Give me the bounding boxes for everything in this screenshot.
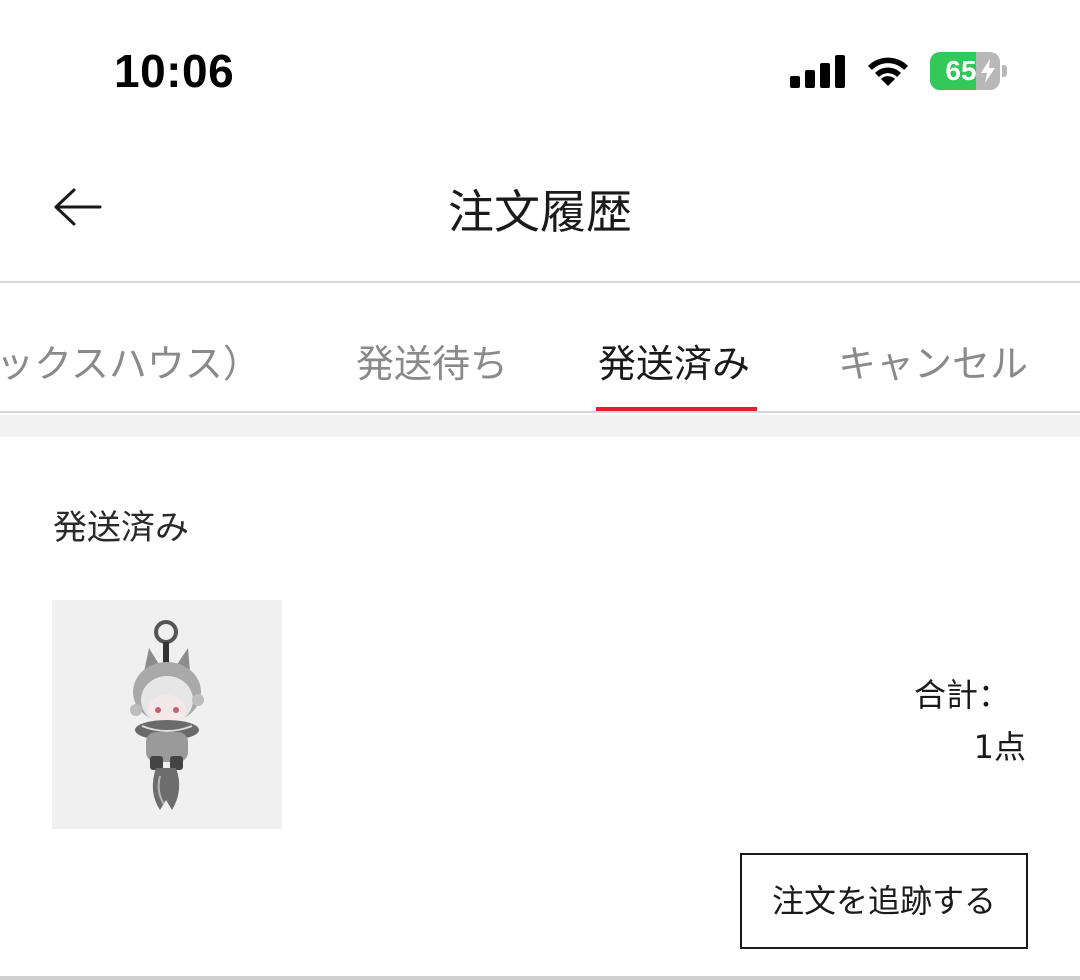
active-tab-indicator [596, 407, 757, 411]
status-time: 10:06 [114, 45, 235, 97]
charging-bolt-icon [981, 59, 995, 83]
battery-icon: 65 [930, 52, 1008, 90]
page-title: 注文履歴 [448, 185, 632, 239]
fox-hood-doll-keychain-image [130, 620, 204, 810]
wifi-icon [864, 52, 912, 88]
cellular-signal-icon [790, 54, 846, 88]
bottom-divider [0, 976, 1080, 980]
tab-awaiting-shipment[interactable]: 発送待ち [356, 333, 508, 388]
track-order-button[interactable]: 注文を追跡する [740, 853, 1028, 949]
tab-shipped[interactable]: 発送済み [598, 333, 750, 388]
tab-cancelled[interactable]: キャンセル [838, 333, 1028, 388]
order-tabs: ックスハウス） 発送待ち 発送済み キャンセル [0, 285, 1080, 413]
status-bar: 10:06 65 [0, 0, 1080, 140]
header-bar: 注文履歴 [0, 140, 1080, 283]
product-thumbnail[interactable] [52, 600, 282, 829]
order-total-label: 合計： [913, 676, 1010, 714]
order-status-label: 発送済み [53, 508, 189, 548]
section-divider [0, 415, 1080, 437]
order-total-count: 1点 [973, 728, 1026, 766]
tab-box-house[interactable]: ックスハウス） [0, 333, 261, 388]
